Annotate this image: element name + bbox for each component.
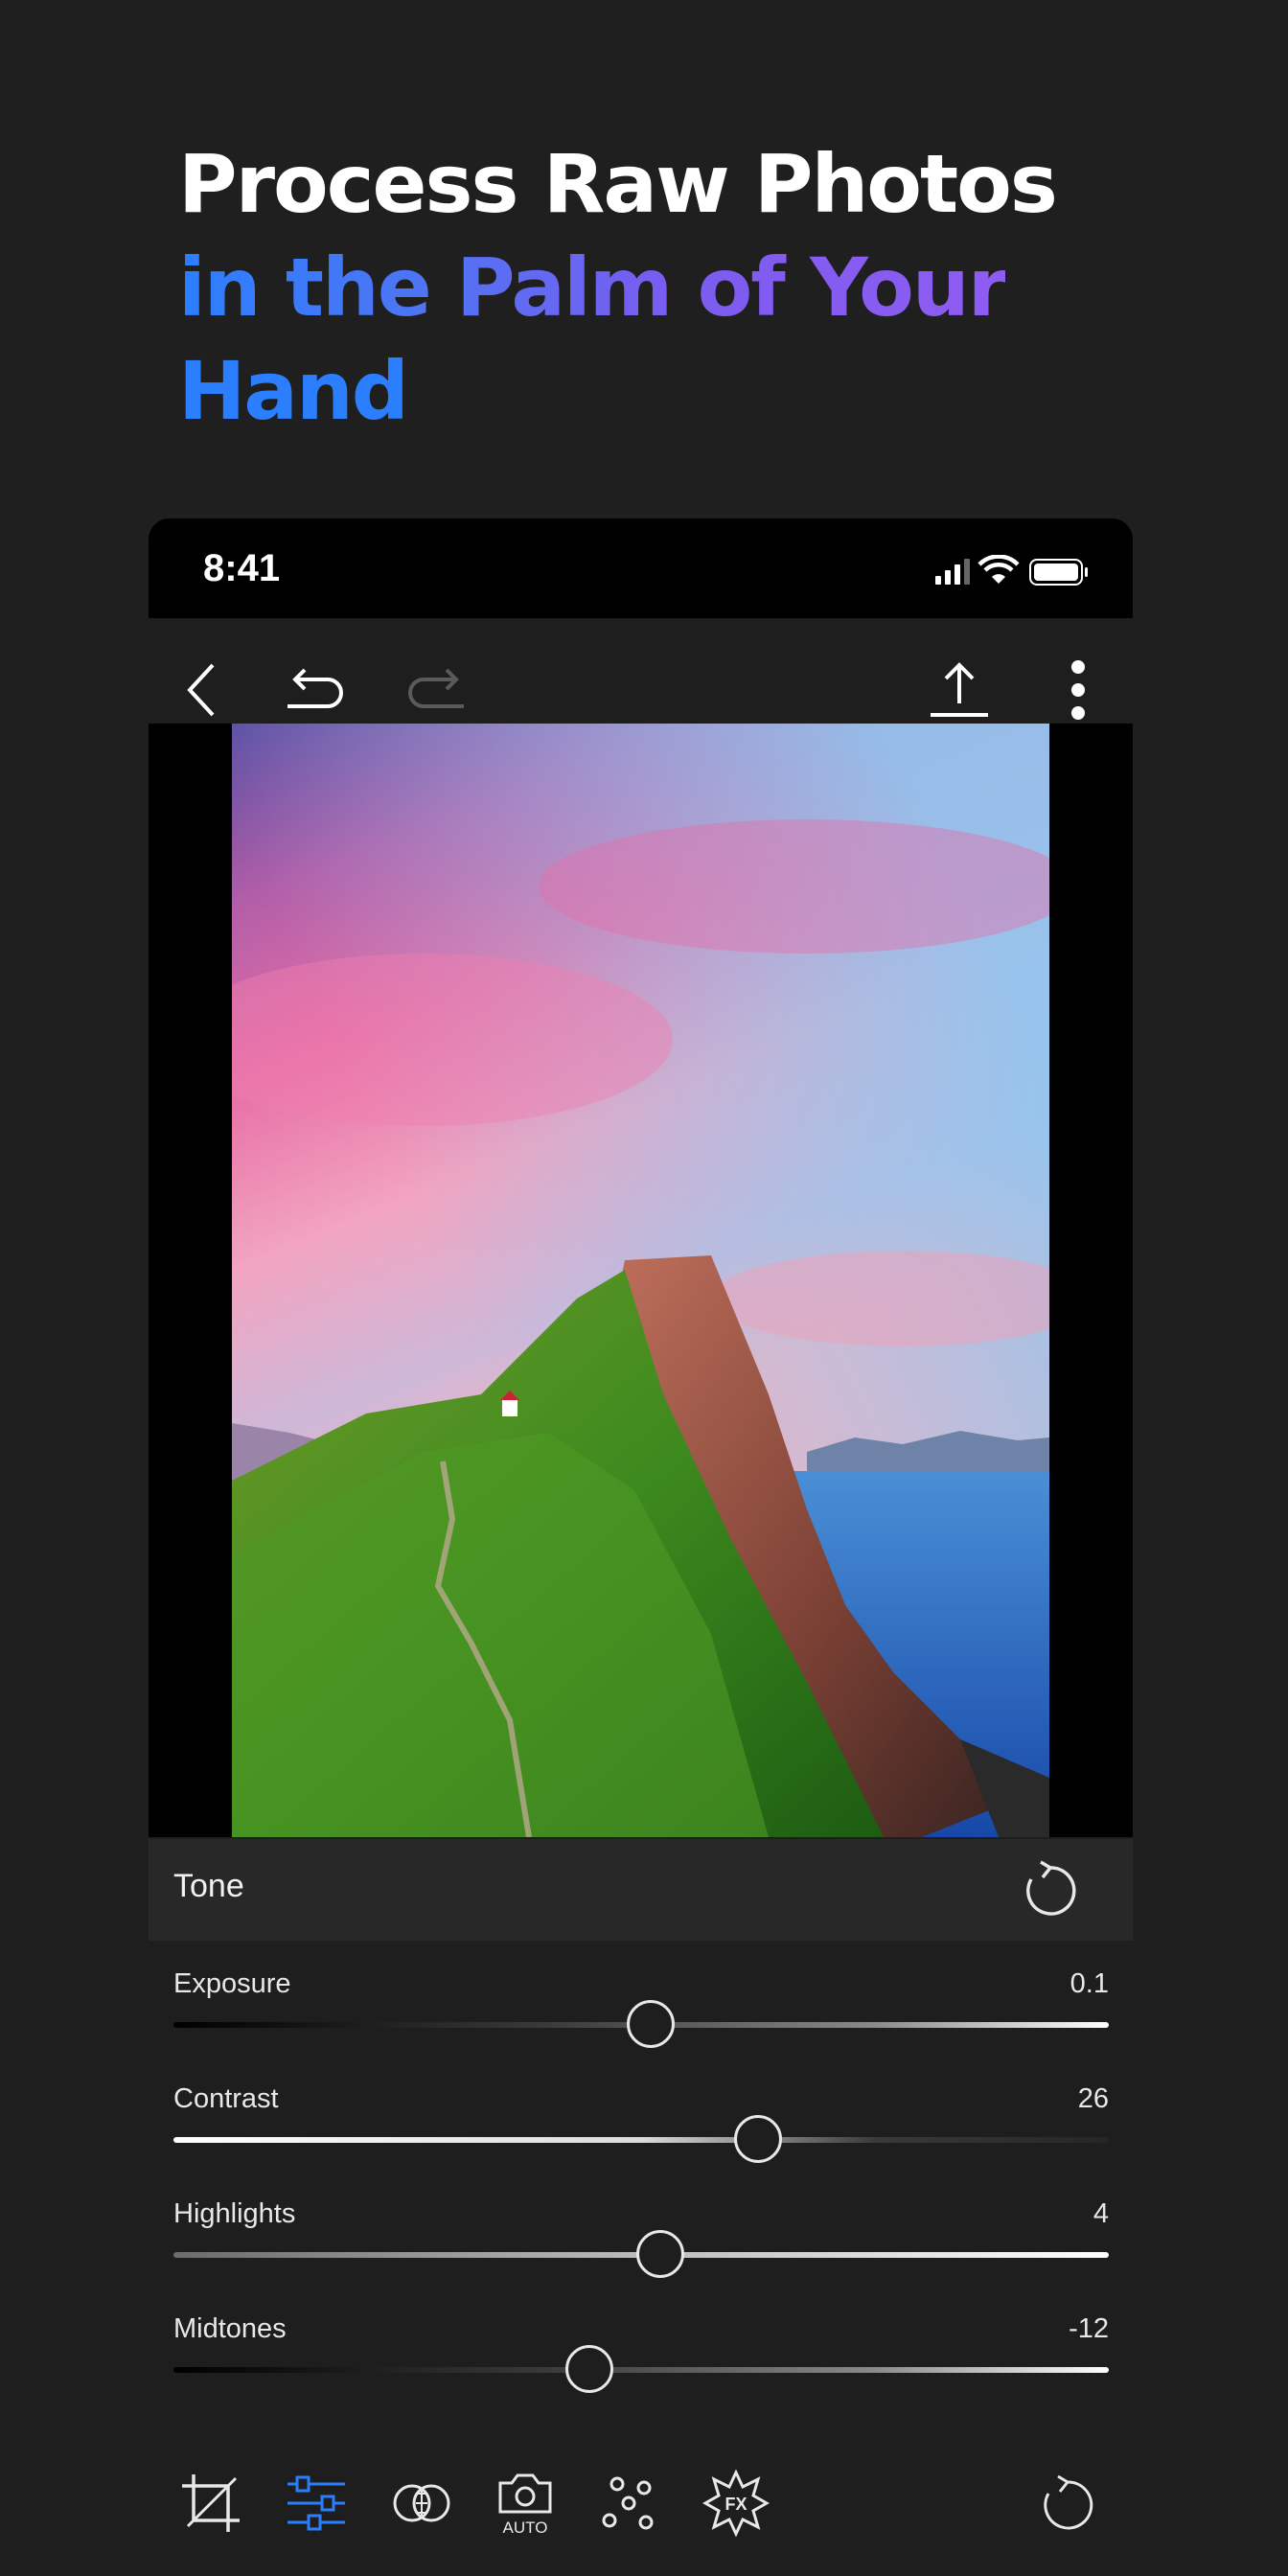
redo-icon [408,668,464,708]
undo-icon [288,668,343,708]
auto-label: AUTO [503,2518,548,2537]
reset-tone-button[interactable] [1018,1858,1083,1923]
phone-screen: 8:41 Tone Exposure 0.1 Contrast 26 Highl… [149,518,1133,2576]
auto-tool-button[interactable]: AUTO [487,2465,564,2542]
reset-icon [1044,2474,1093,2530]
slider-thumb[interactable] [565,2345,614,2393]
more-vertical-icon [1071,660,1085,720]
effects-tool-button[interactable] [592,2465,669,2542]
status-time: 8:41 [203,547,281,589]
fx-label: FX [724,2495,747,2514]
photo-canvas[interactable] [149,724,1133,1837]
slider-track[interactable] [173,2367,1109,2373]
battery-icon [1029,559,1088,586]
blend-circles-icon [393,2484,450,2522]
wifi-icon [978,555,1020,584]
slider-value: -12 [1069,2313,1109,2344]
slider-value: 4 [1092,2198,1109,2229]
highlights-slider[interactable]: Highlights 4 [173,2198,1109,2313]
slider-label: Contrast [173,2083,279,2114]
slider-thumb[interactable] [734,2115,782,2163]
reset-all-button[interactable] [1029,2467,1106,2543]
headline-line-3: Hand [178,344,409,438]
adjust-tool-button[interactable] [278,2465,355,2542]
crop-icon [182,2474,240,2532]
slider-label: Highlights [173,2198,296,2229]
midtones-slider[interactable]: Midtones -12 [173,2313,1109,2428]
status-bar: 8:41 [149,518,1133,618]
slider-value: 26 [1077,2083,1109,2114]
marketing-headline: Process Raw Photos in the Palm of Your H… [178,132,1137,443]
headline-line-2: in the Palm of Your [178,241,1007,334]
panel-title: Tone [173,1868,244,1904]
auto-camera-icon: AUTO [498,2473,552,2537]
slider-track[interactable] [173,2137,1109,2143]
slider-thumb[interactable] [626,2000,675,2048]
slider-label: Exposure [173,1968,291,1999]
reset-icon [1026,1860,1076,1916]
landscape-photo [232,724,1049,1837]
panel-header: Tone [149,1839,1133,1941]
slider-label: Midtones [173,2313,287,2344]
crop-tool-button[interactable] [172,2465,249,2542]
fx-tool-button[interactable]: FX [698,2465,774,2542]
bottom-toolbar: AUTO FX [0,2457,1288,2553]
dots-effects-icon [602,2476,654,2530]
cellular-signal-icon [935,559,970,585]
contrast-slider[interactable]: Contrast 26 [173,2083,1109,2198]
slider-thumb[interactable] [635,2230,684,2278]
adjust-sliders-icon [288,2475,345,2531]
slider-value: 0.1 [1070,1968,1109,1999]
back-chevron-icon [187,663,215,717]
blend-tool-button[interactable] [383,2465,460,2542]
status-icons [935,555,1088,586]
fx-icon: FX [702,2470,770,2537]
headline-line-1: Process Raw Photos [178,137,1058,231]
exposure-slider[interactable]: Exposure 0.1 [173,1968,1109,2083]
share-export-icon [931,662,988,717]
